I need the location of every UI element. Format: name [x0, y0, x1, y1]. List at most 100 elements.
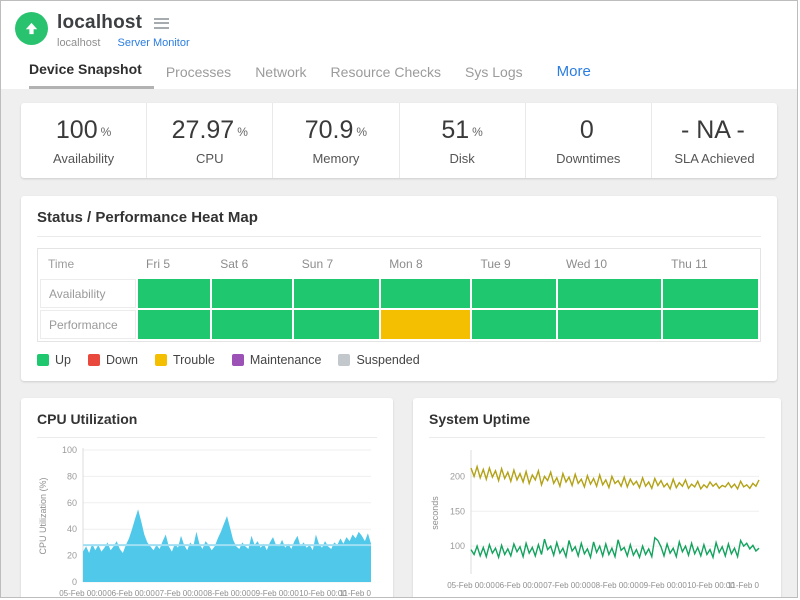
- tab-network[interactable]: Network: [243, 64, 318, 89]
- svg-text:80: 80: [67, 471, 77, 481]
- stat-unit: %: [101, 125, 112, 139]
- tab-sys-logs[interactable]: Sys Logs: [453, 64, 535, 89]
- heatmap-cell-availability-mon-8[interactable]: [381, 279, 470, 308]
- summary-stats-card: 100% Availability 27.97% CPU 70.9% Memor…: [21, 103, 777, 178]
- svg-text:0: 0: [72, 577, 77, 587]
- heatmap-cell-availability-fri-5[interactable]: [138, 279, 210, 308]
- svg-text:05-Feb 00:00: 05-Feb 00:00: [59, 589, 107, 598]
- heatmap-legend: UpDownTroubleMaintenanceSuspended: [37, 353, 761, 367]
- uptime-chart-title: System Uptime: [429, 411, 765, 438]
- breadcrumb-category-link[interactable]: Server Monitor: [117, 37, 189, 49]
- legend-label: Trouble: [173, 353, 215, 367]
- heatmap-title: Status / Performance Heat Map: [37, 209, 761, 237]
- cpu-utilization-card: CPU Utilization 02040608010005-Feb 00:00…: [21, 398, 393, 598]
- svg-text:09-Feb 00:00: 09-Feb 00:00: [639, 581, 687, 590]
- stat-value: 0: [580, 116, 594, 144]
- system-uptime-chart[interactable]: 100 150 200 05-Feb 00:0006-Feb 00:0007-Feb …: [429, 442, 765, 594]
- heatmap-col-mon-8: Mon 8: [381, 251, 470, 277]
- heatmap-cell-performance-fri-5[interactable]: [138, 310, 210, 339]
- stat-label: SLA Achieved: [652, 151, 777, 166]
- heatmap-cell-availability-sat-6[interactable]: [212, 279, 292, 308]
- stat-value: - NA -: [681, 116, 745, 144]
- legend-swatch-down: [88, 354, 100, 366]
- legend-label: Maintenance: [250, 353, 322, 367]
- svg-text:09-Feb 00:00: 09-Feb 00:00: [251, 589, 299, 598]
- app-window: localhost localhost Server Monitor Devic…: [0, 0, 798, 598]
- tab-resource-checks[interactable]: Resource Checks: [319, 64, 454, 89]
- svg-text:08-Feb 00:00: 08-Feb 00:00: [203, 589, 251, 598]
- legend-swatch-suspended: [338, 354, 350, 366]
- legend-label: Down: [106, 353, 138, 367]
- heatmap-col-time: Time: [40, 251, 136, 277]
- cpu-utilization-chart[interactable]: 02040608010005-Feb 00:0006-Feb 00:0007-F…: [37, 442, 377, 598]
- cpu-chart-title: CPU Utilization: [37, 411, 377, 438]
- breadcrumb: localhost Server Monitor: [57, 37, 190, 49]
- stat-label: Disk: [400, 151, 525, 166]
- heatmap-col-wed-10: Wed 10: [558, 251, 661, 277]
- legend-swatch-up: [37, 354, 49, 366]
- stat-unit: %: [237, 125, 248, 139]
- heatmap-table: TimeFri 5Sat 6Sun 7Mon 8Tue 9Wed 10Thu 1…: [38, 249, 760, 341]
- heatmap-row-label: Performance: [40, 310, 136, 339]
- stat-value: 27.97: [172, 116, 235, 144]
- header: localhost localhost Server Monitor Devic…: [1, 1, 797, 89]
- svg-text:60: 60: [67, 498, 77, 508]
- heatmap-cell-availability-wed-10[interactable]: [558, 279, 661, 308]
- stat-label: Downtimes: [526, 151, 651, 166]
- system-uptime-card: System Uptime 100 150 200 05-Feb 00:0006-Fe…: [413, 398, 781, 598]
- heatmap-col-thu-11: Thu 11: [663, 251, 758, 277]
- svg-text:07-Feb 00:00: 07-Feb 00:00: [543, 581, 591, 590]
- legend-item-down: Down: [88, 353, 138, 367]
- stat-label: Availability: [21, 151, 146, 166]
- heatmap-cell-performance-mon-8[interactable]: [381, 310, 470, 339]
- arrow-up-icon: [23, 20, 40, 37]
- svg-text:05-Feb 00:00: 05-Feb 00:00: [447, 581, 495, 590]
- stat-label: Memory: [273, 151, 398, 166]
- heatmap-cell-availability-sun-7[interactable]: [294, 279, 380, 308]
- heatmap-card: Status / Performance Heat Map TimeFri 5S…: [21, 196, 777, 381]
- page-title: localhost: [57, 12, 142, 34]
- stat-disk: 51% Disk: [399, 103, 525, 178]
- tab-bar: Device SnapshotProcessesNetworkResource …: [15, 61, 797, 89]
- device-status-icon: [15, 12, 48, 45]
- main-content: 100% Availability 27.97% CPU 70.9% Memor…: [1, 89, 797, 598]
- svg-text:06-Feb 00:00: 06-Feb 00:00: [495, 581, 543, 590]
- menu-hamburger-icon[interactable]: [154, 15, 169, 31]
- heatmap-cell-performance-tue-9[interactable]: [472, 310, 556, 339]
- svg-text:06-Feb 00:00: 06-Feb 00:00: [107, 589, 155, 598]
- stat-unit: %: [356, 125, 367, 139]
- legend-item-trouble: Trouble: [155, 353, 215, 367]
- stat-downtimes: 0 Downtimes: [525, 103, 651, 178]
- stat-unit: %: [472, 125, 483, 139]
- stat-memory: 70.9% Memory: [272, 103, 398, 178]
- stat-value: 70.9: [305, 116, 354, 144]
- svg-text:CPU Utilization (%): CPU Utilization (%): [38, 477, 48, 554]
- heatmap-row-availability: Availability: [40, 279, 758, 308]
- heatmap-cell-availability-thu-11[interactable]: [663, 279, 758, 308]
- svg-text:08-Feb 00:00: 08-Feb 00:00: [591, 581, 639, 590]
- heatmap-cell-performance-wed-10[interactable]: [558, 310, 661, 339]
- svg-text:07-Feb 00:00: 07-Feb 00:00: [155, 589, 203, 598]
- stat-availability: 100% Availability: [21, 103, 146, 178]
- svg-text:150: 150: [450, 506, 465, 516]
- legend-item-maintenance: Maintenance: [232, 353, 322, 367]
- stat-cpu: 27.97% CPU: [146, 103, 272, 178]
- heatmap-col-fri-5: Fri 5: [138, 251, 210, 277]
- heatmap-row-label: Availability: [40, 279, 136, 308]
- heatmap-cell-performance-sun-7[interactable]: [294, 310, 380, 339]
- heatmap-cell-performance-sat-6[interactable]: [212, 310, 292, 339]
- heatmap-row-performance: Performance: [40, 310, 758, 339]
- legend-swatch-maintenance: [232, 354, 244, 366]
- tab-more[interactable]: More: [545, 63, 603, 89]
- tab-device-snapshot[interactable]: Device Snapshot: [29, 61, 154, 89]
- svg-text:11-Feb 0: 11-Feb 0: [340, 589, 372, 598]
- legend-swatch-trouble: [155, 354, 167, 366]
- svg-text:200: 200: [450, 471, 465, 481]
- heatmap-col-sat-6: Sat 6: [212, 251, 292, 277]
- heatmap-cell-performance-thu-11[interactable]: [663, 310, 758, 339]
- svg-text:100: 100: [450, 541, 465, 551]
- svg-text:20: 20: [67, 551, 77, 561]
- heatmap-cell-availability-tue-9[interactable]: [472, 279, 556, 308]
- legend-item-suspended: Suspended: [338, 353, 419, 367]
- tab-processes[interactable]: Processes: [154, 64, 243, 89]
